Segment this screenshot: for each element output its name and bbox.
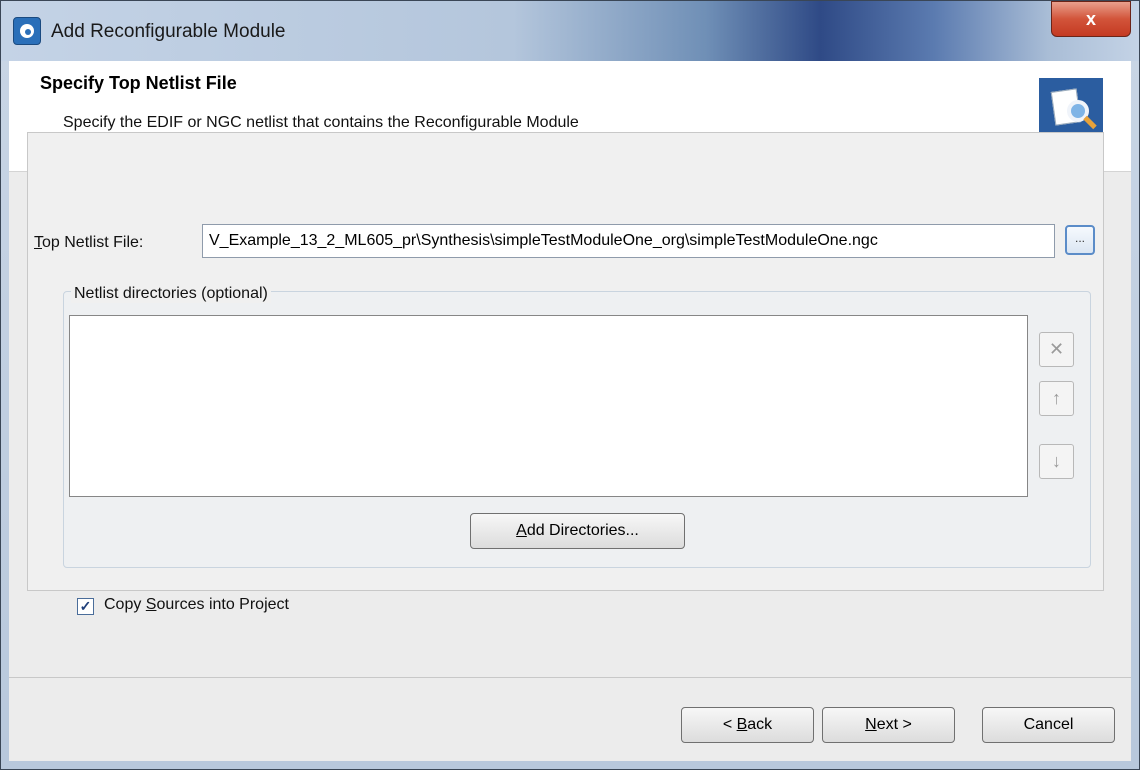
page-title: Specify Top Netlist File xyxy=(40,73,237,93)
browse-button[interactable]: ... xyxy=(1065,225,1095,255)
move-up-button[interactable]: ↑ xyxy=(1039,381,1074,416)
netlist-directories-legend: Netlist directories (optional) xyxy=(71,285,271,303)
add-directories-button[interactable]: Add Directories... xyxy=(470,513,685,549)
next-button[interactable]: Next > xyxy=(822,707,955,743)
netlist-directories-list[interactable] xyxy=(69,315,1028,497)
app-icon xyxy=(13,17,41,45)
checkmark-icon: ✓ xyxy=(79,598,92,614)
cancel-button[interactable]: Cancel xyxy=(982,707,1115,743)
back-button[interactable]: < Back xyxy=(681,707,814,743)
window-title: Add Reconfigurable Module xyxy=(51,21,286,42)
move-down-button[interactable]: ↓ xyxy=(1039,444,1074,479)
top-netlist-label: Top Netlist File: xyxy=(34,234,144,251)
arrow-down-icon: ↓ xyxy=(1052,451,1061,471)
title-bar[interactable]: Add Reconfigurable Module x xyxy=(1,1,1139,61)
close-x-icon: ✕ xyxy=(1048,339,1065,359)
footer-separator xyxy=(9,677,1131,678)
dialog-window: Add Reconfigurable Module x Specify Top … xyxy=(0,0,1140,770)
copy-sources-checkbox[interactable]: ✓ xyxy=(77,598,94,615)
page-subtitle: Specify the EDIF or NGC netlist that con… xyxy=(63,114,579,131)
close-button[interactable]: x xyxy=(1051,1,1131,37)
arrow-up-icon: ↑ xyxy=(1052,388,1061,408)
top-netlist-file-input[interactable]: V_Example_13_2_ML605_pr\Synthesis\simple… xyxy=(202,224,1055,258)
copy-sources-label[interactable]: Copy Sources into Project xyxy=(104,596,289,614)
remove-directory-button[interactable]: ✕ xyxy=(1039,332,1074,367)
